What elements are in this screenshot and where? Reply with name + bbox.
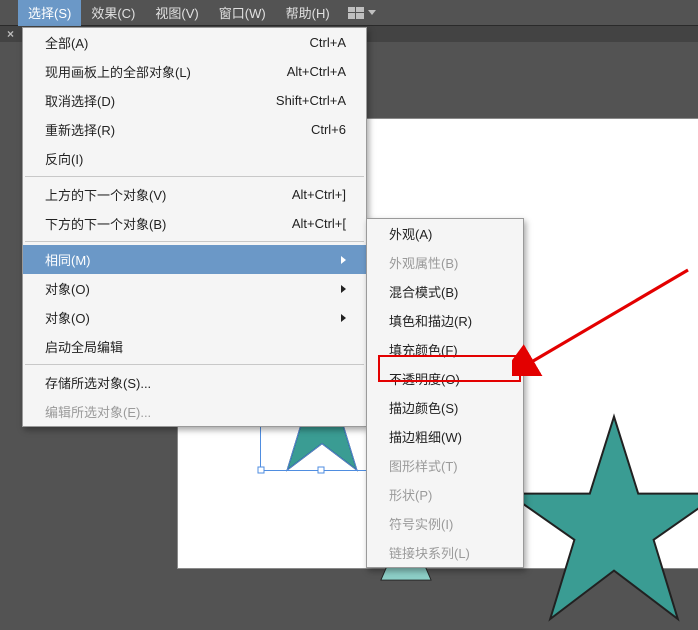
menu-item-label: 全部(A) <box>45 33 88 52</box>
menu-item-label: 启动全局编辑 <box>45 337 123 356</box>
submenu-graphic-style: 图形样式(T) <box>367 451 523 480</box>
menu-item-label: 描边颜色(S) <box>389 398 458 417</box>
menu-effect[interactable]: 效果(C) <box>81 0 145 26</box>
menu-item-label: 现用画板上的全部对象(L) <box>45 62 191 81</box>
submenu-fill-color[interactable]: 填充颜色(F) <box>367 335 523 364</box>
same-submenu: 外观(A) 外观属性(B) 混合模式(B) 填色和描边(R) 填充颜色(F) 不… <box>366 218 524 568</box>
menu-item-label: 重新选择(R) <box>45 120 115 139</box>
menu-item-label: 相同(M) <box>45 250 91 269</box>
submenu-appearance[interactable]: 外观(A) <box>367 219 523 248</box>
menu-item-shortcut: Alt+Ctrl+A <box>287 64 346 79</box>
menu-item-object-1[interactable]: 对象(O) <box>23 274 366 303</box>
submenu-stroke-color[interactable]: 描边颜色(S) <box>367 393 523 422</box>
menu-item-label: 混合模式(B) <box>389 282 458 301</box>
menu-item-shortcut: Alt+Ctrl+[ <box>292 216 346 231</box>
menu-item-same[interactable]: 相同(M) <box>23 245 366 274</box>
menu-select[interactable]: 选择(S) <box>18 0 81 26</box>
menu-item-label: 上方的下一个对象(V) <box>45 185 166 204</box>
submenu-shape: 形状(P) <box>367 480 523 509</box>
menu-item-shortcut: Ctrl+A <box>310 35 346 50</box>
menu-separator <box>25 241 364 242</box>
submenu-fill-stroke[interactable]: 填色和描边(R) <box>367 306 523 335</box>
menu-item-save-selection[interactable]: 存储所选对象(S)... <box>23 368 366 397</box>
submenu-link-block: 链接块系列(L) <box>367 538 523 567</box>
menu-item-label: 形状(P) <box>389 485 432 504</box>
menu-item-label: 外观属性(B) <box>389 253 458 272</box>
menu-item-next-below[interactable]: 下方的下一个对象(B) Alt+Ctrl+[ <box>23 209 366 238</box>
menu-item-reselect[interactable]: 重新选择(R) Ctrl+6 <box>23 115 366 144</box>
submenu-blend-mode[interactable]: 混合模式(B) <box>367 277 523 306</box>
grid-icon <box>348 7 364 19</box>
menu-item-all[interactable]: 全部(A) Ctrl+A <box>23 28 366 57</box>
menu-item-deselect[interactable]: 取消选择(D) Shift+Ctrl+A <box>23 86 366 115</box>
menu-item-label: 填充颜色(F) <box>389 340 458 359</box>
menu-separator <box>25 364 364 365</box>
menu-view[interactable]: 视图(V) <box>145 0 208 26</box>
menu-item-label: 对象(O) <box>45 279 90 298</box>
menu-item-label: 图形样式(T) <box>389 456 458 475</box>
menu-window[interactable]: 窗口(W) <box>209 0 276 26</box>
star-shape-large[interactable] <box>504 410 698 630</box>
menu-item-label: 链接块系列(L) <box>389 543 470 562</box>
menu-item-label: 填色和描边(R) <box>389 311 472 330</box>
submenu-arrow-icon <box>341 285 346 293</box>
menu-item-label: 对象(O) <box>45 308 90 327</box>
menu-item-all-on-artboard[interactable]: 现用画板上的全部对象(L) Alt+Ctrl+A <box>23 57 366 86</box>
menu-item-shortcut: Ctrl+6 <box>311 122 346 137</box>
menu-item-label: 编辑所选对象(E)... <box>45 402 151 421</box>
menu-item-global-edit[interactable]: 启动全局编辑 <box>23 332 366 361</box>
submenu-appearance-attr: 外观属性(B) <box>367 248 523 277</box>
close-tab-icon[interactable]: × <box>7 27 14 41</box>
menu-item-label: 存储所选对象(S)... <box>45 373 151 392</box>
menu-item-label: 符号实例(I) <box>389 514 453 533</box>
menu-item-label: 下方的下一个对象(B) <box>45 214 166 233</box>
chevron-down-icon <box>368 10 376 15</box>
menu-separator <box>25 176 364 177</box>
menu-item-label: 不透明度(O) <box>389 369 460 388</box>
menu-item-label: 取消选择(D) <box>45 91 115 110</box>
submenu-arrow-icon <box>341 256 346 264</box>
menu-item-edit-selection: 编辑所选对象(E)... <box>23 397 366 426</box>
submenu-arrow-icon <box>341 314 346 322</box>
select-menu-dropdown: 全部(A) Ctrl+A 现用画板上的全部对象(L) Alt+Ctrl+A 取消… <box>22 27 367 427</box>
menubar: 选择(S) 效果(C) 视图(V) 窗口(W) 帮助(H) <box>0 0 698 26</box>
layout-switcher[interactable] <box>348 7 376 19</box>
menu-item-shortcut: Shift+Ctrl+A <box>276 93 346 108</box>
menu-item-shortcut: Alt+Ctrl+] <box>292 187 346 202</box>
menu-help[interactable]: 帮助(H) <box>276 0 340 26</box>
menu-item-label: 外观(A) <box>389 224 432 243</box>
menu-item-label: 反向(I) <box>45 149 83 168</box>
submenu-symbol-instance: 符号实例(I) <box>367 509 523 538</box>
menu-item-next-above[interactable]: 上方的下一个对象(V) Alt+Ctrl+] <box>23 180 366 209</box>
menu-item-inverse[interactable]: 反向(I) <box>23 144 366 173</box>
submenu-opacity[interactable]: 不透明度(O) <box>367 364 523 393</box>
menu-item-object-2[interactable]: 对象(O) <box>23 303 366 332</box>
submenu-stroke-weight[interactable]: 描边粗细(W) <box>367 422 523 451</box>
menu-item-label: 描边粗细(W) <box>389 427 462 446</box>
